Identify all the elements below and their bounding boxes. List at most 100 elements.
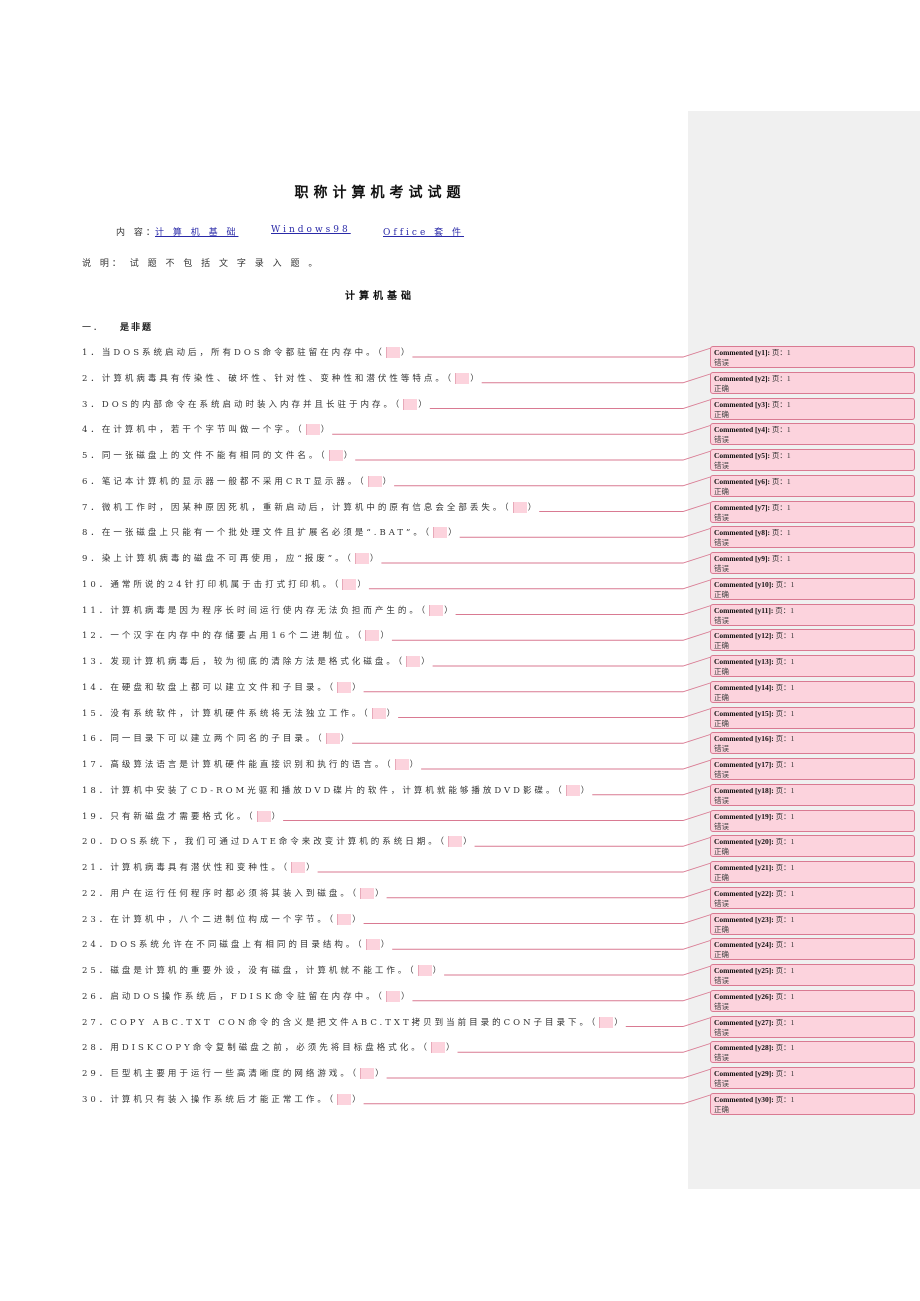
answer-highlight[interactable]	[337, 681, 352, 693]
answer-highlight[interactable]	[342, 578, 357, 590]
answer-highlight[interactable]	[385, 347, 400, 358]
answer-highlight[interactable]	[291, 862, 306, 873]
comment-balloon[interactable]: Commented [y23]: 页：1 正确	[710, 912, 915, 935]
question-text: 计算机中安装了CD-ROM光驱和播放DVD碟片的软件，计算机就能够播放DVD影碟…	[110, 785, 565, 796]
comment-connector-line	[368, 579, 712, 590]
answer-highlight[interactable]	[325, 733, 340, 745]
question-item: 6．笔记本计算机的显示器一般都不采用CRT显示器。（ ）	[82, 475, 394, 489]
link-office-suite[interactable]: Office 套 件	[383, 225, 464, 238]
answer-highlight[interactable]	[385, 990, 400, 1002]
comment-balloon[interactable]: Commented [y30]: 页：1 正确	[710, 1092, 915, 1115]
comment-body: 错误	[714, 1079, 729, 1088]
comment-balloon[interactable]: Commented [y1]: 页：1 错误	[710, 346, 915, 368]
answer-highlight[interactable]	[360, 887, 375, 899]
answer-highlight[interactable]	[512, 501, 527, 513]
answer-highlight[interactable]	[328, 450, 343, 461]
question-item: 15．没有系统软件，计算机硬件系统将无法独立工作。（ ）	[82, 707, 398, 721]
answer-highlight[interactable]	[448, 836, 463, 848]
answer-highlight[interactable]	[429, 604, 444, 616]
comment-connector-line	[398, 708, 712, 718]
answer-highlight[interactable]	[371, 707, 386, 719]
document-page: 职称计算机考试试题 内 容： 计 算 机 基 础 Windows98 Offic…	[0, 0, 920, 1301]
question-item: 11．计算机病毒是因为程序长时间运行使内存无法负担而产生的。（ ）	[82, 604, 456, 618]
answer-highlight[interactable]	[367, 475, 382, 487]
comment-balloon[interactable]: Commented [y17]: 页：1 错误	[710, 758, 915, 780]
answer-highlight[interactable]	[565, 784, 580, 796]
answer-highlight[interactable]	[256, 810, 271, 822]
comment-page: 页：1	[771, 451, 791, 460]
comment-balloon[interactable]: Commented [y3]: 页：1 正确	[710, 397, 915, 420]
comment-balloon[interactable]: Commented [y16]: 页：1 错误	[710, 732, 915, 755]
link-windows98[interactable]: Windows98	[271, 225, 351, 235]
comment-header: Commented [y9]:	[714, 554, 771, 563]
comment-balloon[interactable]: Commented [y19]: 页：1 错误	[710, 809, 915, 832]
comment-balloon[interactable]: Commented [y12]: 页：1 正确	[710, 629, 915, 652]
comment-body: 正确	[714, 409, 729, 419]
comment-balloon[interactable]: Commented [y29]: 页：1 错误	[710, 1067, 915, 1089]
comment-header: Commented [y20]:	[714, 837, 774, 847]
instructions-note: 说 明： 试 题 不 包 括 文 字 录 入 题 。	[82, 259, 321, 269]
comment-balloon[interactable]: Commented [y20]: 页：1 正确	[710, 835, 915, 858]
comment-balloon[interactable]: Commented [y7]: 页：1 错误	[710, 500, 915, 523]
comment-balloon[interactable]: Commented [y4]: 页：1 错误	[710, 423, 915, 446]
question-number: 23．	[82, 914, 111, 925]
answer-highlight[interactable]	[394, 759, 409, 770]
comment-connector-line	[392, 939, 712, 950]
answer-highlight[interactable]	[354, 553, 369, 564]
comment-connector-line	[474, 836, 712, 847]
comment-balloon[interactable]: Commented [y11]: 页：1 错误	[710, 603, 915, 626]
comment-header: Commented [y17]:	[714, 760, 774, 769]
answer-highlight[interactable]	[365, 939, 380, 951]
comment-header: Commented [y1]:	[714, 348, 771, 357]
question-close-paren: ）	[369, 554, 382, 564]
question-number: 14．	[82, 682, 111, 693]
question-item: 5．同一张磁盘上的文件不能有相同的文件名。（ ）	[82, 449, 355, 463]
answer-highlight[interactable]	[360, 1068, 375, 1079]
question-close-paren: ）	[444, 605, 456, 616]
question-item: 25．磁盘是计算机的重要外设，没有磁盘，计算机就不能工作。（ ）	[82, 964, 444, 978]
answer-highlight[interactable]	[431, 1042, 446, 1054]
comment-balloon[interactable]: Commented [y10]: 页：1 正确	[710, 577, 915, 600]
comment-page: 页：1	[775, 1069, 795, 1078]
comment-page: 页：1	[775, 682, 795, 692]
comment-balloon[interactable]: Commented [y13]: 页：1 正确	[710, 655, 915, 677]
answer-highlight[interactable]	[403, 398, 418, 410]
comment-balloon[interactable]: Commented [y9]: 页：1 错误	[710, 552, 915, 574]
comment-balloon[interactable]: Commented [y5]: 页：1 错误	[710, 449, 915, 471]
comment-header: Commented [y6]:	[714, 476, 771, 486]
answer-highlight[interactable]	[455, 372, 470, 384]
comment-balloon[interactable]: Commented [y21]: 页：1 正确	[710, 861, 915, 883]
comment-balloon[interactable]: Commented [y24]: 页：1 正确	[710, 938, 915, 961]
comment-balloon[interactable]: Commented [y28]: 页：1 错误	[710, 1041, 915, 1064]
answer-highlight[interactable]	[433, 527, 448, 539]
comment-balloon[interactable]: Commented [y6]: 页：1 正确	[710, 474, 915, 497]
answer-highlight[interactable]	[406, 656, 421, 667]
comment-balloon[interactable]: Commented [y14]: 页：1 正确	[710, 680, 915, 703]
link-computer-basics[interactable]: 计 算 机 基 础	[155, 225, 238, 238]
answer-highlight[interactable]	[417, 965, 432, 976]
answer-highlight[interactable]	[599, 1016, 614, 1028]
comment-body: 正确	[714, 589, 729, 599]
comment-balloon[interactable]: Commented [y2]: 页：1 正确	[710, 371, 915, 394]
answer-highlight[interactable]	[337, 913, 352, 925]
comment-balloon[interactable]: Commented [y27]: 页：1 错误	[710, 1015, 915, 1038]
comment-balloon[interactable]: Commented [y18]: 页：1 错误	[710, 783, 915, 806]
answer-highlight[interactable]	[337, 1093, 352, 1105]
question-text: 只有新磁盘才需要格式化。（	[110, 811, 256, 822]
question-item: 26．启动DOS操作系统后，FDISK命令驻留在内存中。（ ）	[82, 990, 412, 1004]
comment-balloon[interactable]: Commented [y25]: 页：1 错误	[710, 964, 915, 986]
comment-balloon[interactable]: Commented [y15]: 页：1 正确	[710, 706, 915, 729]
question-text: 通常所说的24针打印机属于击打式打印机。（	[110, 579, 342, 590]
comment-page: 页：1	[775, 631, 795, 641]
question-number: 1．	[82, 348, 102, 358]
comment-page: 页：1	[775, 579, 795, 589]
comment-balloon[interactable]: Commented [y8]: 页：1 错误	[710, 526, 915, 549]
answer-highlight[interactable]	[305, 424, 320, 436]
part-number: 一．	[82, 323, 105, 333]
comment-balloon[interactable]: Commented [y26]: 页：1 错误	[710, 989, 915, 1012]
answer-highlight[interactable]	[365, 630, 380, 642]
comment-balloon[interactable]: Commented [y22]: 页：1 错误	[710, 886, 915, 909]
question-number: 7．	[82, 502, 102, 513]
comment-header: Commented [y3]:	[714, 399, 771, 409]
question-number: 30．	[82, 1094, 111, 1105]
